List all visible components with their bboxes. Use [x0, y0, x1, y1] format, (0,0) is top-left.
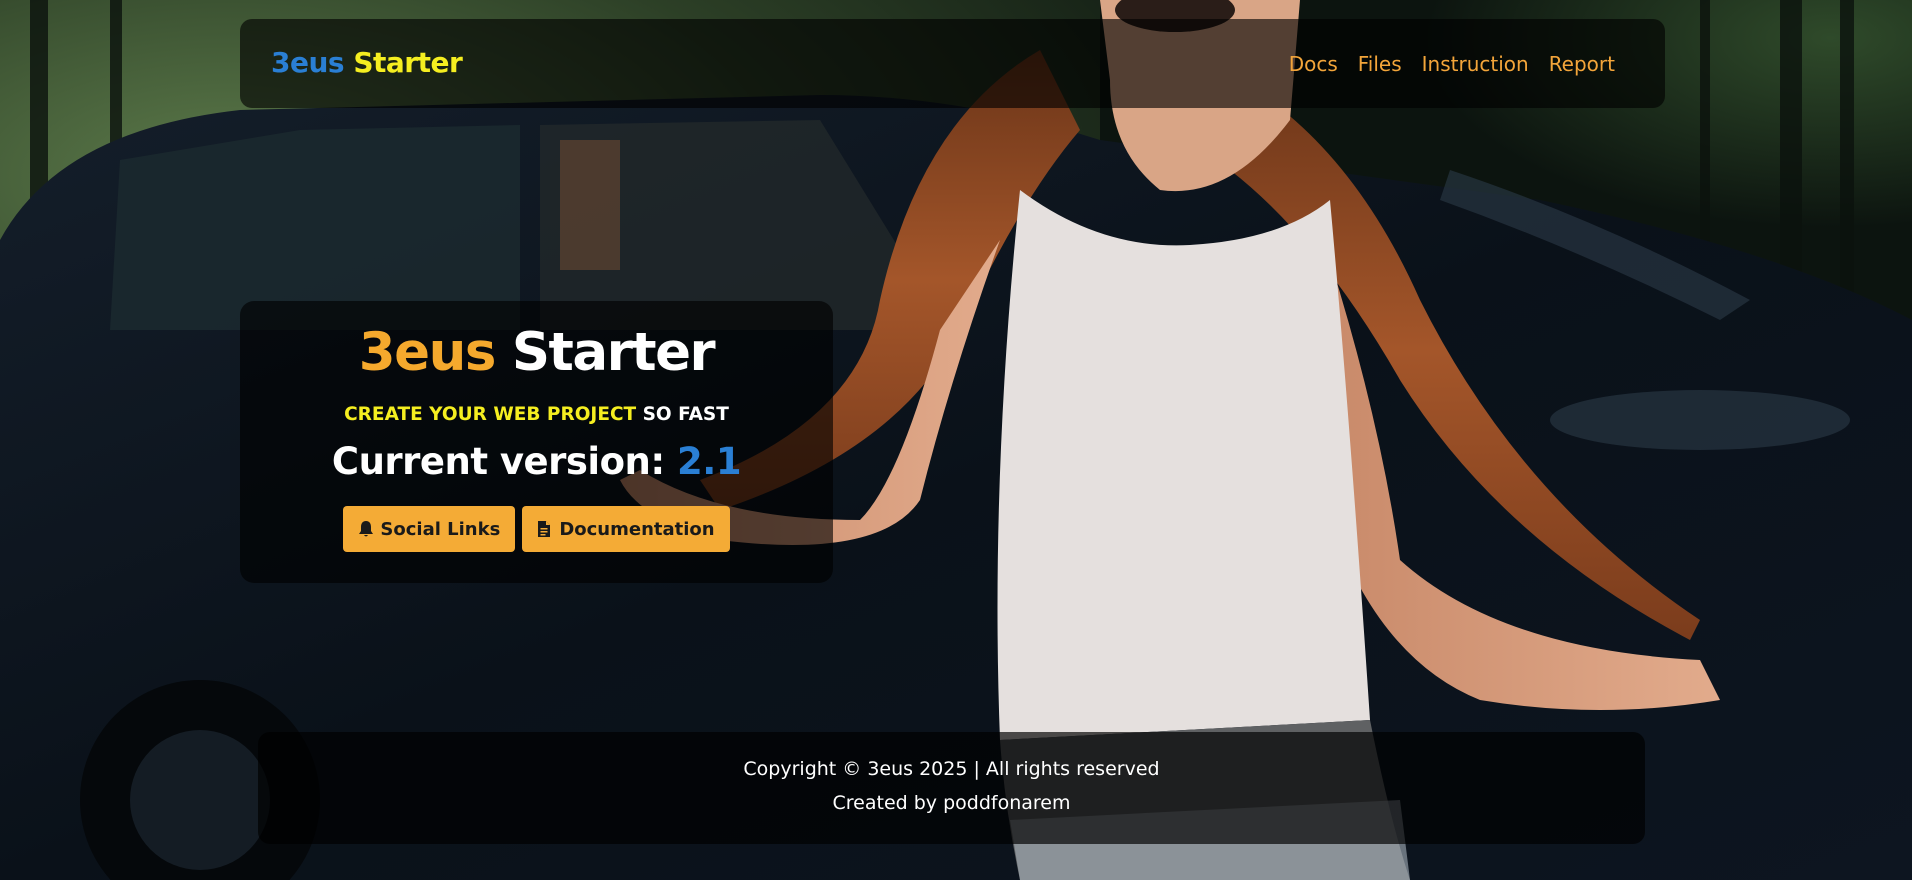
- social-links-button[interactable]: Social Links: [343, 506, 516, 552]
- tagline: CREATE YOUR WEB PROJECT SO FAST: [240, 401, 833, 429]
- copyright-text: Copyright © 3eus 2025 | All rights reser…: [743, 758, 1160, 780]
- footer: Copyright © 3eus 2025 | All rights reser…: [258, 732, 1645, 844]
- version-label: Current version:: [331, 440, 665, 483]
- hero-title: 3eus Starter: [240, 321, 833, 385]
- file-icon: [537, 520, 553, 538]
- credit-text: Created by poddfonarem: [832, 792, 1071, 814]
- documentation-label: Documentation: [559, 518, 715, 540]
- nav-link-files[interactable]: Files: [1358, 49, 1402, 79]
- nav-link-instruction[interactable]: Instruction: [1422, 49, 1529, 79]
- hero-title-part2: Starter: [511, 322, 716, 383]
- documentation-button[interactable]: Documentation: [522, 506, 730, 552]
- version-line: Current version: 2.1: [240, 437, 833, 487]
- brand-logo[interactable]: 3eus Starter: [271, 46, 463, 80]
- brand-part1: 3eus: [271, 46, 345, 79]
- nav-link-docs[interactable]: Docs: [1289, 49, 1338, 79]
- hero-card: 3eus Starter CREATE YOUR WEB PROJECT SO …: [240, 301, 833, 583]
- hero-buttons: Social Links Documentation: [240, 506, 833, 552]
- social-links-label: Social Links: [380, 518, 501, 540]
- version-value: 2.1: [677, 440, 742, 483]
- bell-icon: [358, 520, 374, 538]
- navbar: 3eus Starter Docs Files Instruction Repo…: [240, 19, 1665, 108]
- nav-links: Docs Files Instruction Report: [1289, 49, 1615, 79]
- tagline-part2: SO FAST: [642, 404, 729, 425]
- tagline-part1: CREATE YOUR WEB PROJECT: [344, 404, 637, 425]
- brand-part2: Starter: [353, 46, 463, 79]
- hero-title-part1: 3eus: [358, 322, 497, 383]
- nav-link-report[interactable]: Report: [1549, 49, 1615, 79]
